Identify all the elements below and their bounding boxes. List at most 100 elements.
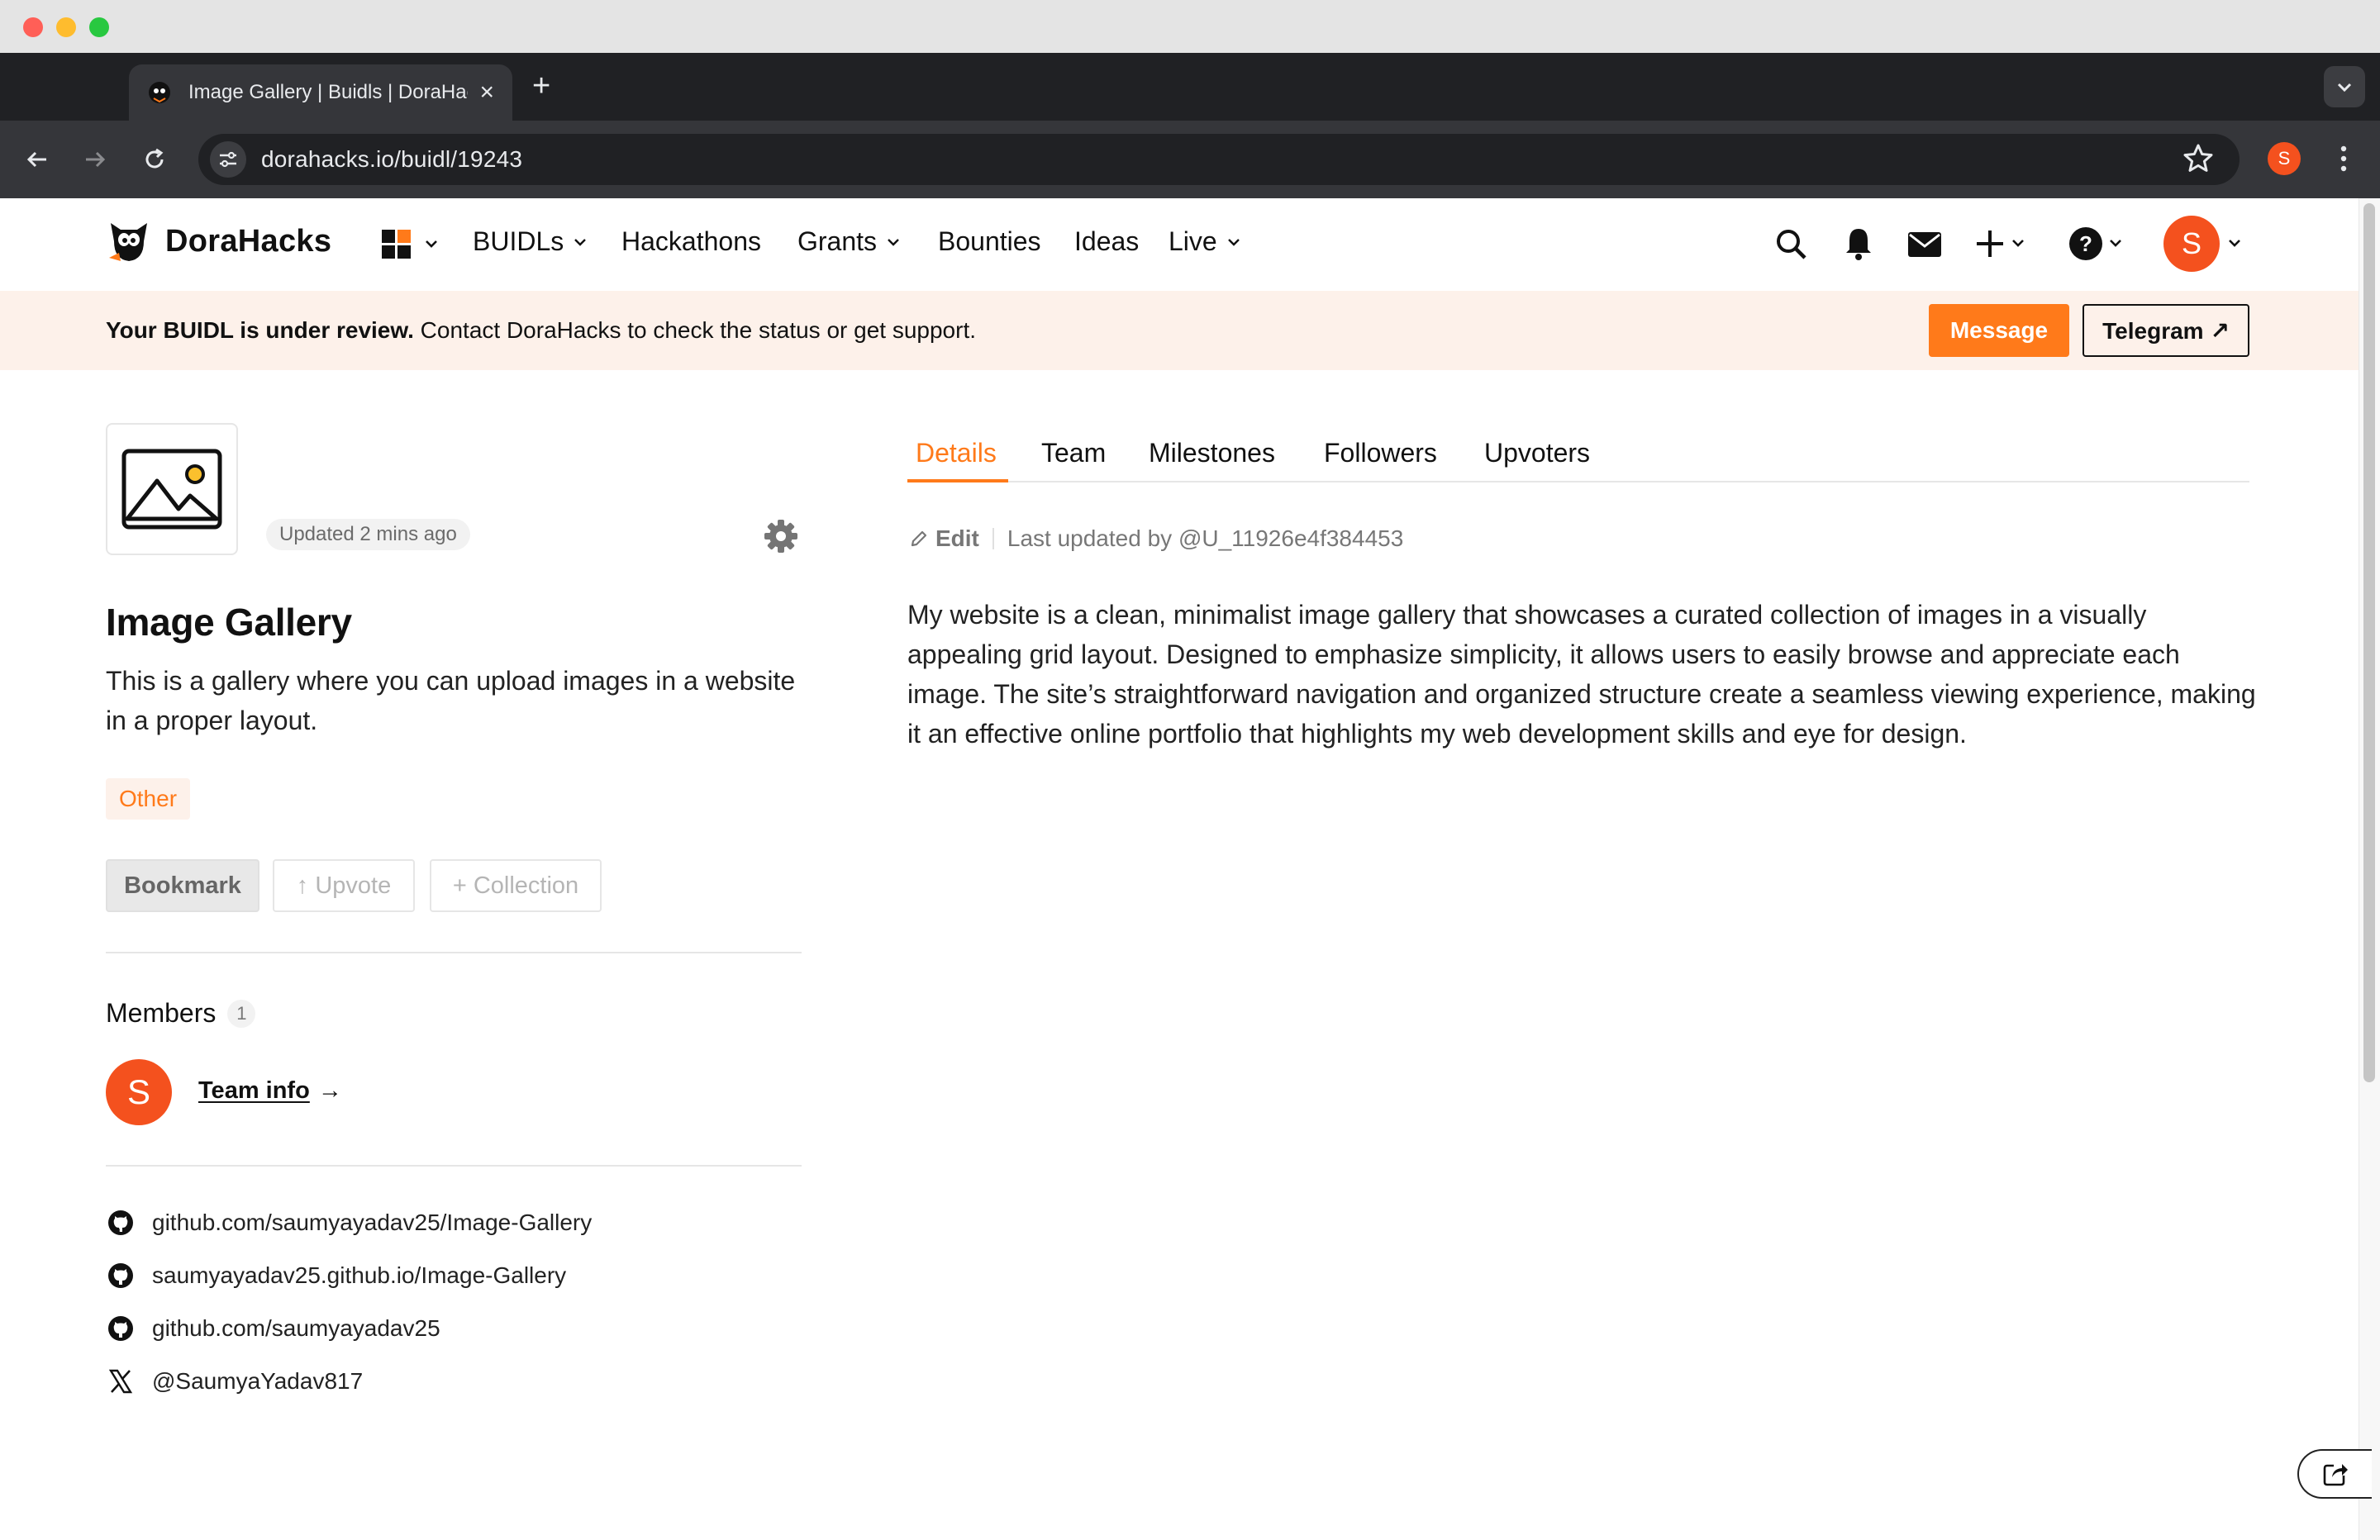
upvote-button[interactable]: ↑ Upvote [273,859,415,912]
chevron-down-icon [1227,238,1240,246]
link-text: saumyayadav25.github.io/Image-Gallery [152,1262,567,1288]
nav-buidls-label: BUIDLs [473,226,564,256]
minimize-window-button[interactable] [56,17,76,37]
new-tab-button[interactable]: + [532,69,550,102]
share-icon [2323,1464,2348,1486]
tab-upvoters[interactable]: Upvoters [1484,438,1590,468]
help-menu-button[interactable]: ? [2068,221,2130,270]
github-icon [108,1316,133,1341]
divider [106,952,802,953]
arrow-right-icon [86,151,106,168]
nav-ideas[interactable]: Ideas [1074,226,1139,257]
review-banner-text: Your BUIDL is under review. Contact Dora… [106,317,976,344]
url-text[interactable]: dorahacks.io/buidl/19243 [261,146,522,173]
category-tag[interactable]: Other [106,778,191,820]
link-github-profile[interactable]: github.com/saumyayadav25 [106,1314,440,1343]
message-button[interactable]: Message [1929,304,2069,357]
brand-name: DoraHacks [165,223,332,259]
tab-search-button[interactable] [2324,66,2365,107]
browser-tab-title: Image Gallery | Buidls | DoraHacks [188,81,469,103]
user-menu-chevron-icon[interactable] [2226,235,2243,255]
nav-grants[interactable]: Grants [797,226,902,257]
team-info-link[interactable]: Team info → [198,1077,342,1105]
create-menu-button[interactable] [1975,221,2035,270]
maximize-window-button[interactable] [89,17,109,37]
separator [992,528,994,549]
tab-team[interactable]: Team [1041,438,1106,468]
buidl-description: This is a gallery where you can upload i… [106,666,796,735]
reload-icon [145,148,164,169]
dorahacks-mascot-icon [109,223,147,261]
address-bar[interactable]: dorahacks.io/buidl/19243 [198,134,2240,185]
link-github-pages[interactable]: saumyayadav25.github.io/Image-Gallery [106,1261,566,1290]
buidl-title: Image Gallery [106,601,352,644]
tune-icon [220,151,236,168]
share-floating-button[interactable] [2297,1449,2372,1499]
browser-profile-avatar[interactable]: S [2268,142,2301,175]
active-tab-indicator [907,479,1008,482]
nav-live[interactable]: Live [1169,226,1242,257]
x-icon [108,1369,133,1394]
search-icon[interactable] [1773,221,1811,270]
nav-live-label: Live [1169,226,1217,256]
mail-icon[interactable] [1906,221,1944,270]
pencil-icon[interactable] [909,529,929,549]
link-text: @SaumyaYadav817 [152,1368,364,1394]
github-icon [108,1210,133,1235]
chevron-down-icon [2337,83,2352,93]
bookmark-star-icon[interactable] [2182,142,2215,179]
forward-button[interactable] [74,139,116,180]
link-github-repo[interactable]: github.com/saumyayadav25/Image-Gallery [106,1208,592,1238]
user-avatar[interactable]: S [2163,216,2220,272]
nav-hackathons[interactable]: Hackathons [621,226,761,257]
buidl-logo [106,423,238,555]
members-title: Members [106,998,217,1028]
link-text: github.com/saumyayadav25 [152,1315,440,1341]
browser-menu-icon[interactable] [2330,140,2357,181]
nav-hackathons-label: Hackathons [621,226,761,256]
tab-followers[interactable]: Followers [1324,438,1437,468]
chevron-down-icon [888,238,899,246]
tab-milestones[interactable]: Milestones [1149,438,1275,468]
bookmark-button[interactable]: Bookmark [106,859,259,912]
nav-ideas-label: Ideas [1074,226,1140,256]
arrow-left-icon [26,151,46,168]
browser-tab-active[interactable]: Image Gallery | Buidls | DoraHacks × [129,64,512,121]
nav-bounties[interactable]: Bounties [938,226,1041,257]
add-to-collection-button[interactable]: + Collection [430,859,602,912]
notifications-bell-icon[interactable] [1840,221,1878,270]
github-icon [108,1263,133,1288]
close-window-button[interactable] [23,17,43,37]
updated-badge: Updated 2 mins ago [266,519,470,550]
nav-buidls[interactable]: BUIDLs [473,226,588,257]
team-info-label: Team info [198,1077,310,1104]
edit-button[interactable]: Edit [935,525,979,552]
telegram-button[interactable]: Telegram ↗ [2082,304,2249,357]
back-button[interactable] [17,139,58,180]
gear-icon[interactable] [762,517,800,559]
member-avatar[interactable]: S [106,1059,172,1125]
image-placeholder-icon [121,449,222,530]
reload-button[interactable] [134,139,175,180]
last-updated-text: Last updated by @U_11926e4f384453 [1007,525,1404,551]
scrollbar-thumb[interactable] [2363,203,2375,1082]
link-x-profile[interactable]: @SaumyaYadav817 [106,1367,363,1396]
chevron-down-icon [574,238,587,246]
details-body-text: My website is a clean, minimalist image … [907,600,2256,749]
site-info-button[interactable] [210,141,246,178]
arrow-right-icon: → [317,1077,342,1104]
close-tab-icon[interactable]: × [479,80,494,105]
window-titlebar [0,0,2380,53]
nav-grants-label: Grants [797,226,878,256]
review-help-text: Contact DoraHacks to check the status or… [413,317,977,343]
tabs-divider [907,481,2249,482]
edit-row: Edit Last updated by @U_11926e4f384453 [909,525,1403,552]
apps-menu-button[interactable] [380,230,446,264]
review-status-text: Your BUIDL is under review. [106,317,414,343]
dorahacks-logo[interactable]: DoraHacks [104,216,331,266]
apps-grid-icon [382,230,437,259]
dorahacks-favicon-icon [149,82,170,103]
nav-bounties-label: Bounties [938,226,1041,256]
tab-details[interactable]: Details [916,438,997,468]
svg-text:?: ? [2079,231,2092,256]
